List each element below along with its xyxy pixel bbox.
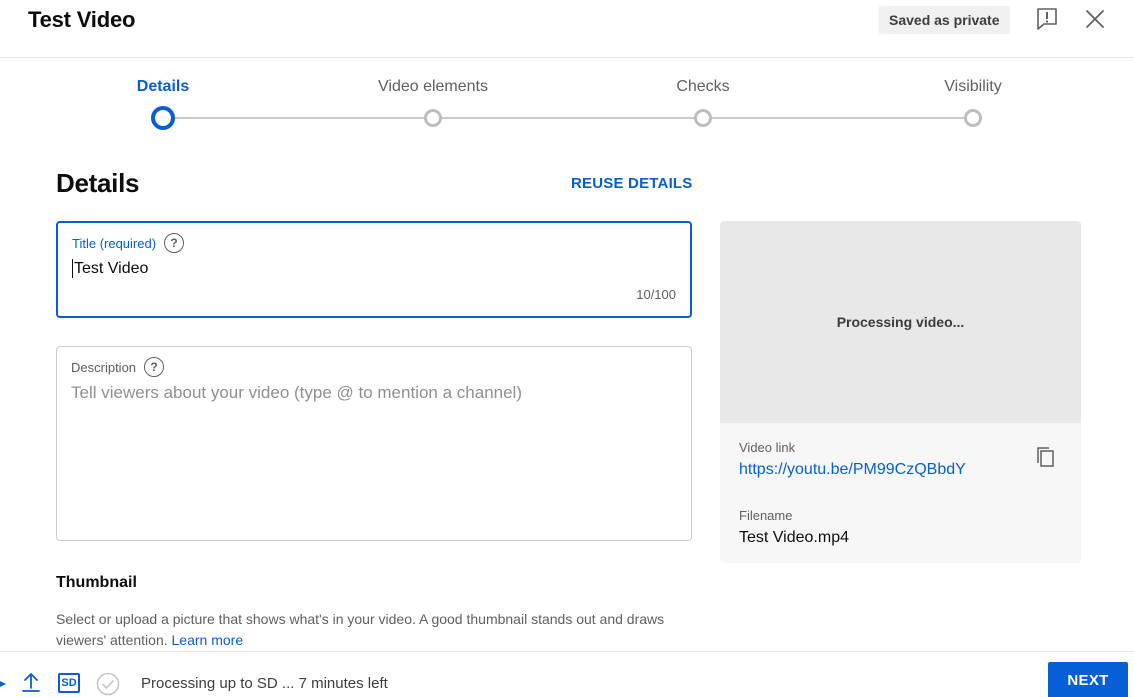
- filename-label: Filename: [739, 508, 793, 523]
- section-heading: Details: [56, 168, 140, 198]
- description-field-label: Description: [71, 359, 137, 375]
- edge-marker: [0, 681, 6, 687]
- filename-value: Test Video.mp4: [739, 529, 849, 546]
- description-placeholder[interactable]: Tell viewers about your video (type @ to…: [71, 383, 522, 403]
- copy-icon[interactable]: [1034, 445, 1058, 469]
- dialog-header: Test Video Saved as private: [0, 0, 1134, 58]
- title-field[interactable]: Title (required) ? Test Video 10/100: [56, 221, 692, 318]
- description-field-label-row: Description ?: [71, 357, 165, 377]
- video-preview: Processing video...: [720, 221, 1081, 423]
- feedback-icon: [1037, 8, 1057, 30]
- stepper-track: [163, 117, 973, 119]
- sd-quality-badge: SD: [58, 673, 80, 693]
- upload-progress-status: Processing up to SD ... 7 minutes left: [141, 675, 388, 692]
- help-icon[interactable]: ?: [144, 357, 165, 377]
- step-video-elements-dot[interactable]: [424, 109, 442, 127]
- text-caret: [72, 259, 73, 278]
- feedback-button[interactable]: [1034, 6, 1060, 32]
- video-info-panel: Video link https://youtu.be/PM99CzQBbdY …: [720, 423, 1081, 563]
- step-details-dot[interactable]: [151, 106, 175, 130]
- title-field-label-row: Title (required) ?: [72, 233, 185, 253]
- step-checks-label[interactable]: Checks: [676, 78, 729, 96]
- next-button[interactable]: NEXT: [1048, 662, 1128, 697]
- step-visibility-dot[interactable]: [964, 109, 982, 127]
- title-input[interactable]: Test Video: [72, 259, 148, 278]
- upload-icon: [22, 673, 40, 692]
- step-details-label[interactable]: Details: [137, 78, 189, 96]
- thumbnail-description: Select or upload a picture that shows wh…: [56, 609, 696, 651]
- close-icon: [1086, 10, 1104, 28]
- help-icon[interactable]: ?: [164, 233, 185, 253]
- title-char-count: 10/100: [636, 287, 676, 302]
- learn-more-link[interactable]: Learn more: [172, 632, 244, 648]
- saved-status-chip: Saved as private: [879, 6, 1010, 34]
- check-circle-icon: [96, 672, 120, 696]
- title-input-value: Test Video: [74, 259, 149, 277]
- video-link[interactable]: https://youtu.be/PM99CzQBbdY: [739, 461, 966, 479]
- reuse-details-button[interactable]: REUSE DETAILS: [571, 175, 693, 192]
- video-link-label: Video link: [739, 440, 796, 455]
- close-button[interactable]: [1082, 6, 1108, 32]
- step-video-elements-label[interactable]: Video elements: [378, 78, 488, 96]
- dialog-footer: SD Processing up to SD ... 7 minutes lef…: [0, 651, 1134, 697]
- processing-status: Processing video...: [836, 314, 965, 330]
- step-visibility-label[interactable]: Visibility: [944, 78, 1002, 96]
- page-title: Test Video: [28, 7, 136, 32]
- step-checks-dot[interactable]: [694, 109, 712, 127]
- description-field[interactable]: Description ? Tell viewers about your vi…: [56, 346, 692, 541]
- thumbnail-description-text: Select or upload a picture that shows wh…: [56, 611, 665, 648]
- thumbnail-heading: Thumbnail: [56, 574, 137, 591]
- title-field-label: Title (required): [72, 235, 157, 251]
